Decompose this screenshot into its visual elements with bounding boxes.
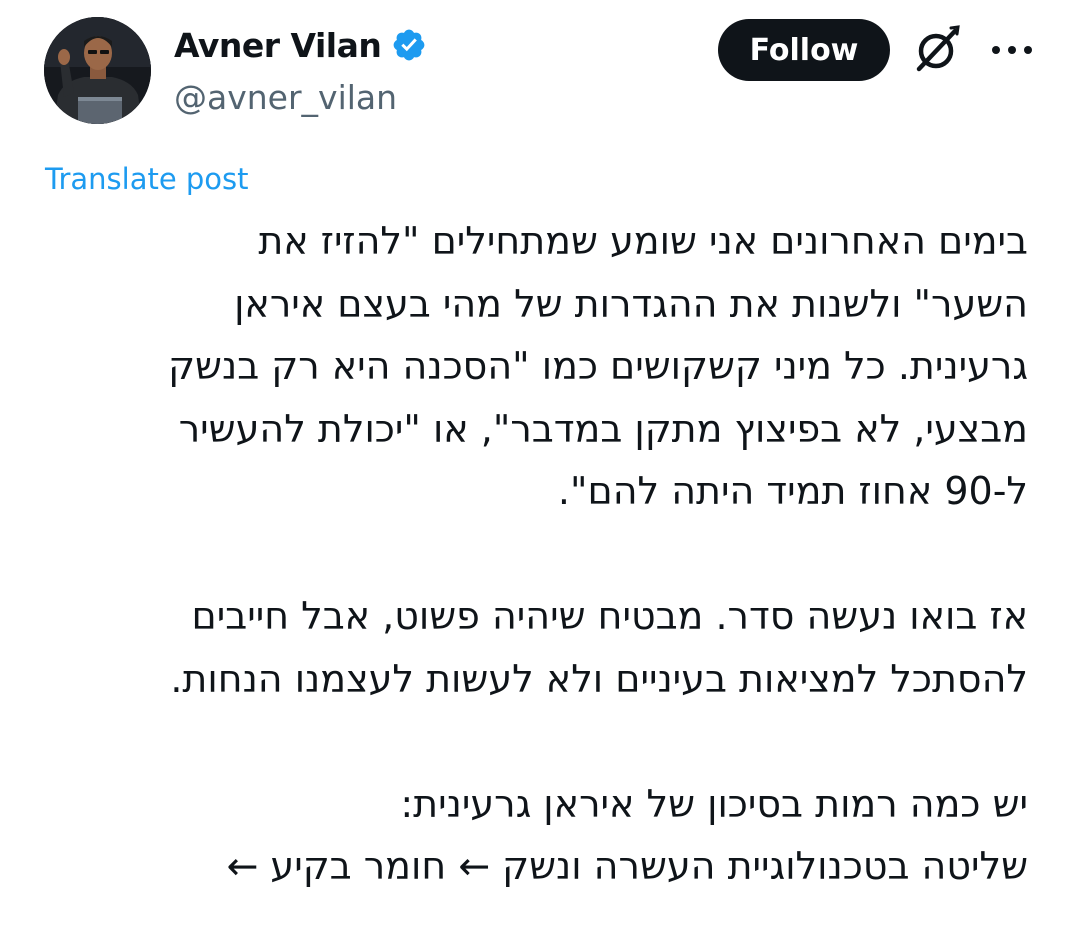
post-line: יש כמה רמות בסיכון של איראן גרעינית: [400, 781, 1028, 826]
post-line: השער" ולשנות את ההגדרות של מהי בעצם אירא… [234, 281, 1028, 326]
post-line: ל-90 אחוז תמיד היתה להם". [557, 469, 1028, 513]
post-text: בימים האחרונים אני שומע שמתחילים "להזיז … [38, 210, 1028, 898]
more-icon[interactable] [988, 38, 1036, 62]
display-name[interactable]: Avner Vilan [174, 26, 382, 65]
post-line: אז בואו נעשה סדר. מבטיח שיהיה פשוט, אבל … [191, 594, 1028, 638]
post-line: בימים האחרונים אני שומע שמתחילים "להזיז … [258, 219, 1028, 263]
name-row: Avner Vilan [174, 22, 427, 68]
translate-post-link[interactable]: Translate post [45, 162, 249, 196]
post-line: שליטה בטכנולוגיית העשרה ונשק ← חומר בקיע… [226, 844, 1029, 888]
author-handle[interactable]: @avner_vilan [174, 78, 397, 117]
verified-badge-icon [391, 27, 427, 63]
post-line: גרעינית. כל מיני קשקושים כמו "הסכנה היא … [168, 344, 1028, 388]
post-line: מבצעי, לא בפיצוץ מתקן במדבר", או "יכולת … [178, 406, 1028, 451]
post-header: Avner Vilan @avner_vilan Follow [0, 0, 1080, 140]
follow-button[interactable]: Follow [718, 19, 890, 81]
grok-icon[interactable] [910, 22, 964, 76]
avatar[interactable] [44, 17, 151, 124]
post-line: להסתכל למציאות בעיניים ולא לעשות לעצמנו … [170, 656, 1028, 701]
